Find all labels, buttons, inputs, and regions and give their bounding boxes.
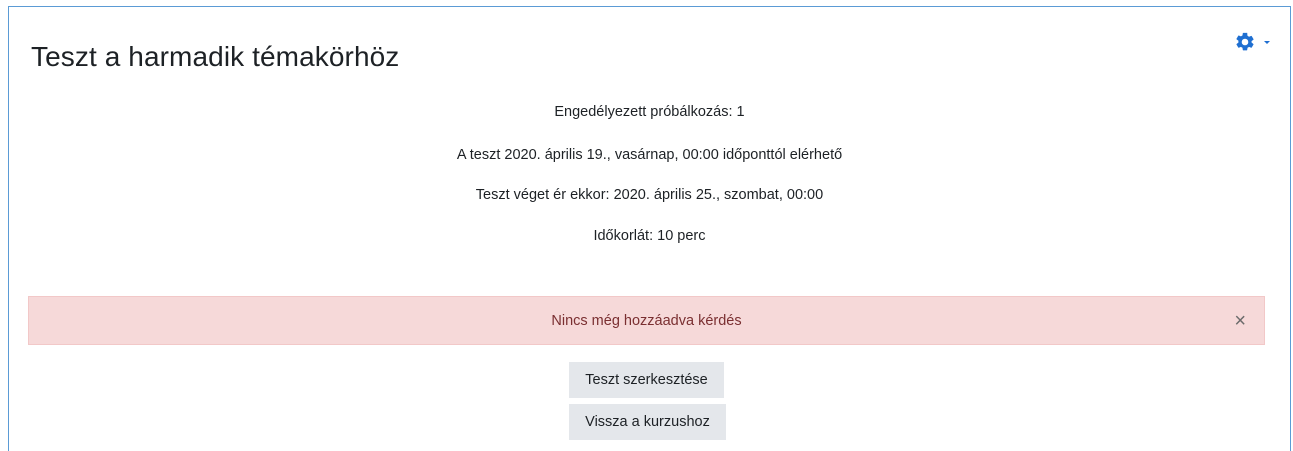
back-to-course-button[interactable]: Vissza a kurzushoz xyxy=(569,404,726,440)
time-limit: Időkorlát: 10 perc xyxy=(593,228,706,244)
page-title: Teszt a harmadik témakörhöz xyxy=(31,41,400,72)
caret-down-icon[interactable] xyxy=(1262,37,1272,47)
edit-quiz-button[interactable]: Teszt szerkesztése xyxy=(569,362,724,398)
no-questions-alert: Nincs még hozzáadva kérdés × xyxy=(28,296,1265,345)
alert-message: Nincs még hozzáadva kérdés xyxy=(551,312,742,329)
close-date: Teszt véget ér ekkor: 2020. április 25.,… xyxy=(475,187,824,203)
open-date: A teszt 2020. április 19., vasárnap, 00:… xyxy=(456,147,843,163)
quiz-card: Teszt a harmadik témakörhöz Engedélyezet… xyxy=(8,6,1291,451)
gear-icon[interactable] xyxy=(1234,31,1256,53)
close-icon[interactable]: × xyxy=(1234,311,1246,331)
settings-menu[interactable] xyxy=(1234,31,1272,53)
attempts-allowed: Engedélyezett próbálkozás: 1 xyxy=(554,104,745,120)
